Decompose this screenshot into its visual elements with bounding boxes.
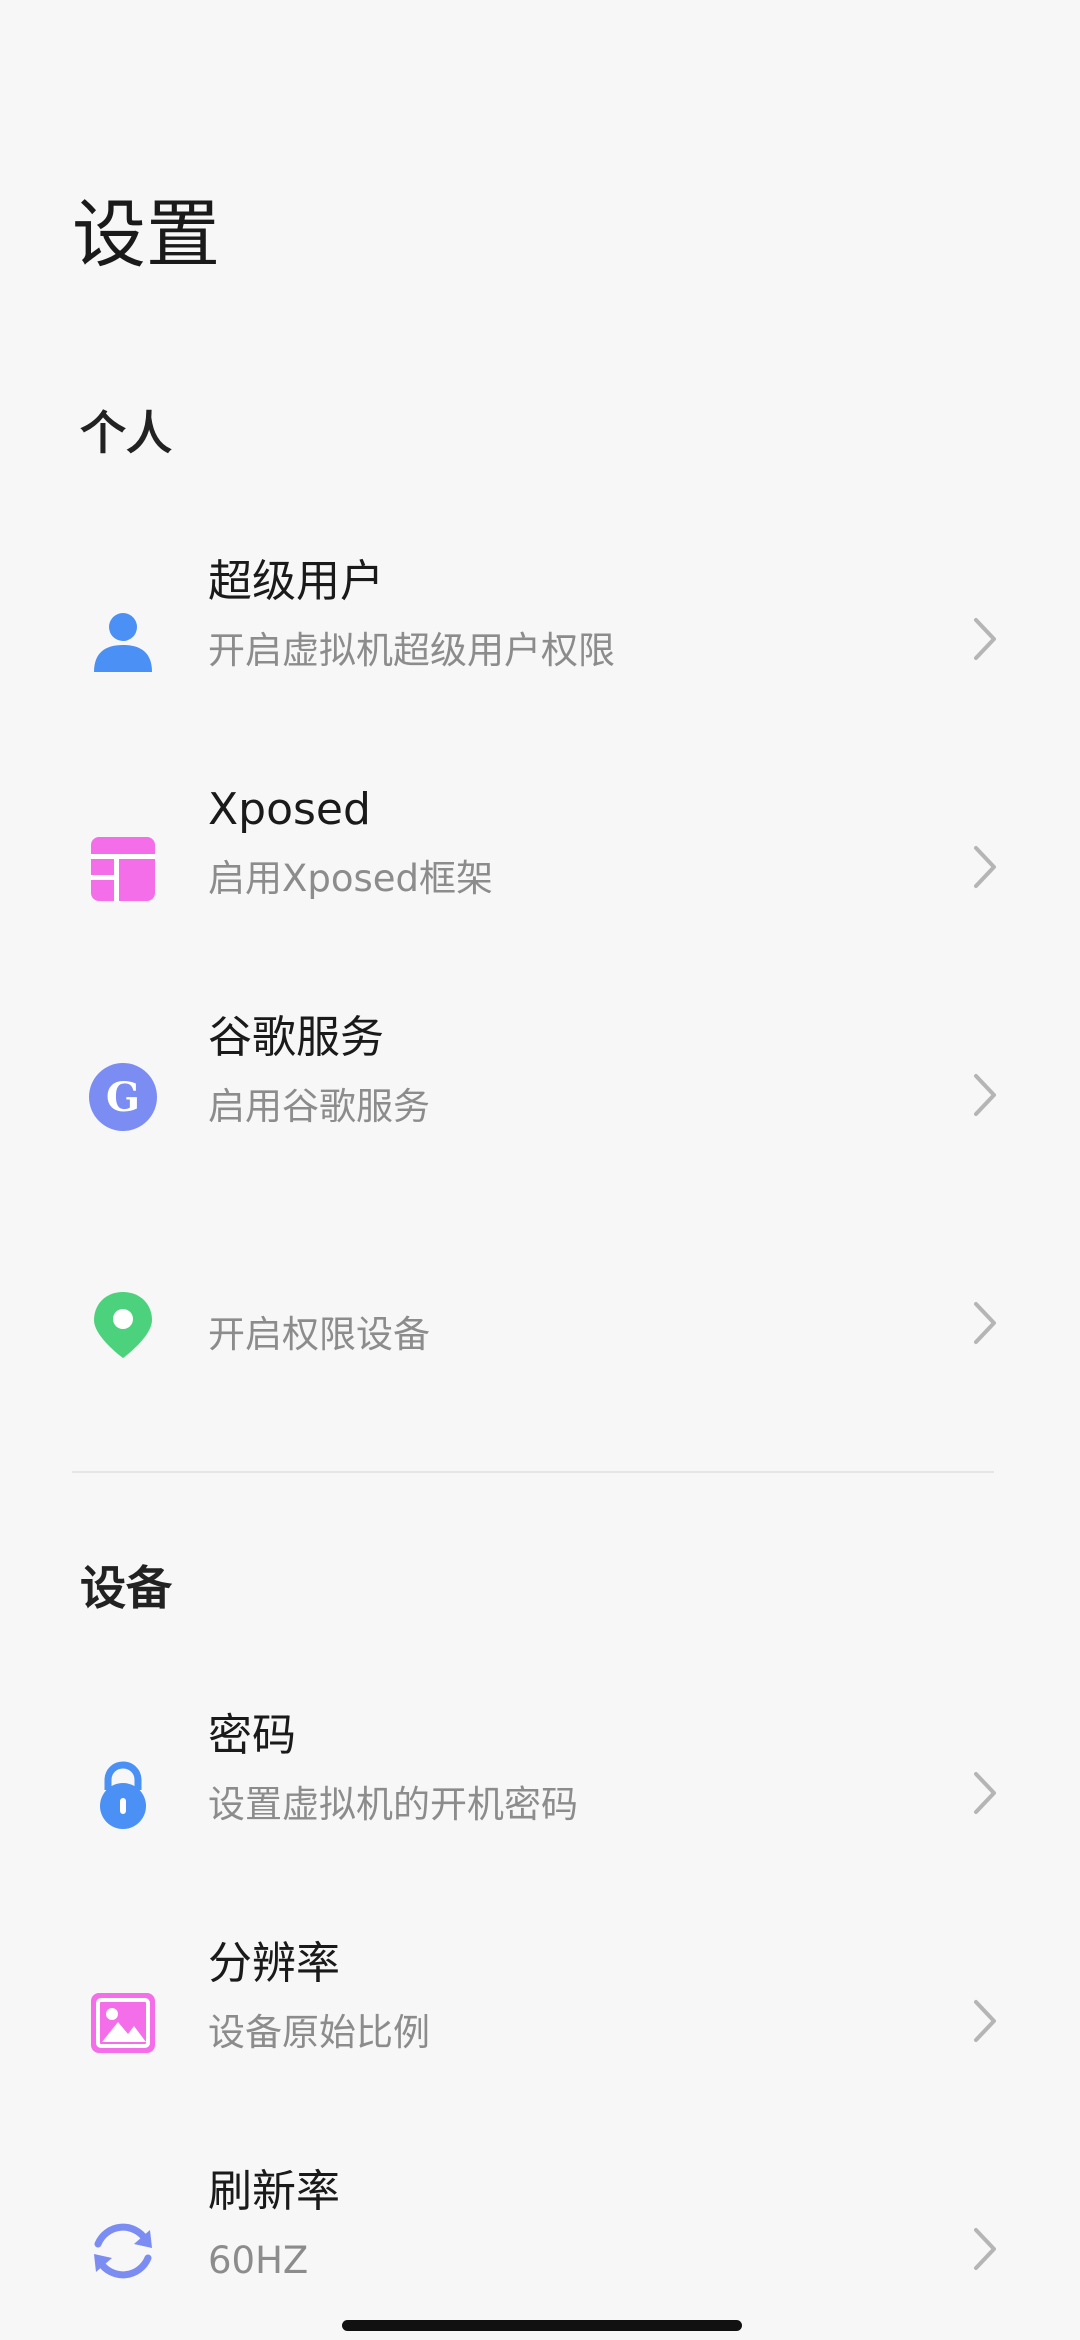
lock-icon [88, 1760, 158, 1830]
section-divider [72, 1471, 994, 1473]
settings-item-location[interactable]: 开启权限设备 [0, 1224, 1080, 1424]
chevron-right-icon [970, 1770, 1000, 1816]
user-icon [88, 606, 158, 676]
item-subtitle: 启用谷歌服务 [208, 1085, 430, 1128]
settings-item-google-services[interactable]: G 谷歌服务 启用谷歌服务 [0, 996, 1080, 1196]
settings-item-password[interactable]: 密码 设置虚拟机的开机密码 [0, 1694, 1080, 1894]
item-subtitle: 开启虚拟机超级用户权限 [208, 629, 615, 672]
svg-text:G: G [106, 1074, 140, 1121]
item-title: 谷歌服务 [208, 1012, 384, 1063]
chevron-right-icon [970, 844, 1000, 890]
item-subtitle: 开启权限设备 [208, 1313, 430, 1356]
settings-item-refresh-rate[interactable]: 刷新率 60HZ [0, 2150, 1080, 2340]
settings-item-xposed[interactable]: Xposed 启用Xposed框架 [0, 768, 1080, 968]
section-header-personal: 个人 [80, 406, 172, 460]
settings-screen: 设置 个人 超级用户 开启虚拟机超级用户权限 Xposed 启用Xposed框架 [0, 0, 1080, 2340]
item-subtitle: 设置虚拟机的开机密码 [208, 1783, 578, 1826]
item-title: 刷新率 [208, 2166, 340, 2217]
item-subtitle: 60HZ [208, 2239, 309, 2282]
chevron-right-icon [970, 1072, 1000, 1118]
item-subtitle: 启用Xposed框架 [208, 857, 493, 900]
item-title: Xposed [208, 784, 371, 835]
chevron-right-icon [970, 616, 1000, 662]
item-title: 超级用户 [208, 556, 384, 607]
settings-item-superuser[interactable]: 超级用户 开启虚拟机超级用户权限 [0, 540, 1080, 740]
settings-item-resolution[interactable]: 分辨率 设备原始比例 [0, 1922, 1080, 2122]
page-title: 设置 [72, 192, 220, 278]
section-header-device: 设备 [80, 1561, 172, 1615]
home-indicator[interactable] [342, 2320, 742, 2331]
chevron-right-icon [970, 1998, 1000, 2044]
item-title: 密码 [208, 1710, 296, 1761]
image-icon [88, 1988, 158, 2058]
chevron-right-icon [970, 2226, 1000, 2272]
item-subtitle: 设备原始比例 [208, 2011, 430, 2054]
chevron-right-icon [970, 1300, 1000, 1346]
layout-grid-icon [88, 834, 158, 904]
location-pin-icon [88, 1290, 158, 1360]
google-g-icon: G [88, 1062, 158, 1132]
item-title: 分辨率 [208, 1938, 340, 1989]
refresh-icon [88, 2216, 158, 2286]
